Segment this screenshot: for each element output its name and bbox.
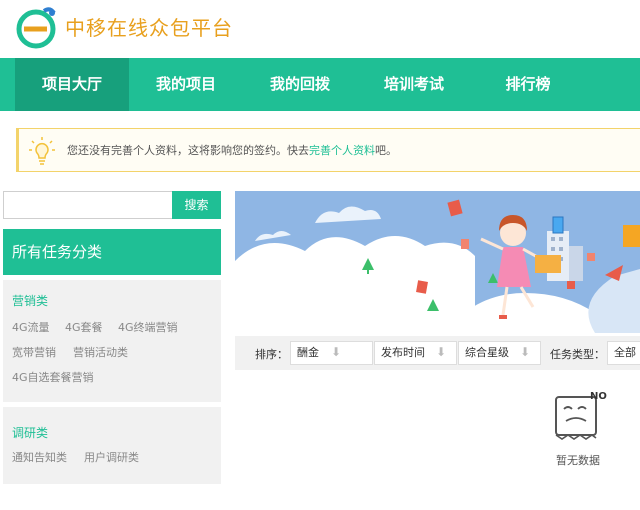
nav-item-training[interactable]: 培训考试 [364,58,464,111]
nav-item-my-projects[interactable]: 我的项目 [136,58,236,111]
notice-text-after: 吧。 [375,144,397,157]
category-group-survey: 调研类 通知告知类 用户调研类 [3,407,221,484]
category-link[interactable]: 营销活动类 [73,344,128,360]
search-button[interactable]: 搜索 [172,191,221,219]
sort-label: 排序： [255,348,288,361]
sort-option-label: 综合星级 [465,346,509,359]
category-header: 所有任务分类 [3,229,221,275]
category-link[interactable]: 4G终端营销 [118,319,178,335]
category-title[interactable]: 营销类 [12,292,48,309]
nav-item-ranking[interactable]: 排行榜 [478,58,578,111]
arrow-down-icon: ⬇ [520,345,531,359]
category-group-marketing: 营销类 4G流量 4G套餐 4G终端营销 宽带营销 营销活动类 4G自选套餐营销 [3,280,221,402]
banner-illustration [235,199,640,333]
category-link[interactable]: 4G自选套餐营销 [12,369,94,385]
nav-item-hall[interactable]: 项目大厅 [15,58,129,111]
no-data-badge: NO [590,391,607,402]
promo-banner[interactable] [235,191,640,333]
category-link[interactable]: 用户调研类 [84,449,139,465]
no-data-icon: NO [555,391,607,440]
category-title[interactable]: 调研类 [12,424,48,441]
task-type-select[interactable]: 全部 [607,341,640,365]
complete-profile-link[interactable]: 完善个人资料 [309,144,375,157]
category-link[interactable]: 4G套餐 [65,319,103,335]
logo-icon[interactable] [14,5,58,49]
notice-text-before: 您还没有完善个人资料，这将影响您的签约。快去 [67,144,309,157]
main-nav: 项目大厅 我的项目 我的回拨 培训考试 排行榜 [0,58,640,111]
no-data-text: 暂无数据 [556,454,600,467]
site-header: 中移在线众包平台 [0,0,640,58]
category-link[interactable]: 宽带营销 [12,344,56,360]
category-link[interactable]: 通知告知类 [12,449,67,465]
arrow-down-icon: ⬇ [331,345,342,359]
sort-option-label: 酬金 [297,346,319,359]
task-type-label: 任务类型： [550,348,605,361]
brand-name[interactable]: 中移在线众包平台 [65,12,233,41]
lightbulb-icon [29,137,55,165]
notice-text: 您还没有完善个人资料，这将影响您的签约。快去完善个人资料吧。 [67,142,397,158]
nav-item-my-callbacks[interactable]: 我的回拨 [250,58,350,111]
category-link[interactable]: 4G流量 [12,319,50,335]
sort-option-label: 发布时间 [381,346,425,359]
sort-bar: 排序： 酬金 ⬇ 发布时间 ⬇ 综合星级 ⬇ 任务类型： 全部 [235,336,640,370]
search-input[interactable] [3,191,173,219]
arrow-down-icon: ⬇ [436,345,447,359]
profile-notice: 您还没有完善个人资料，这将影响您的签约。快去完善个人资料吧。 [16,128,640,172]
